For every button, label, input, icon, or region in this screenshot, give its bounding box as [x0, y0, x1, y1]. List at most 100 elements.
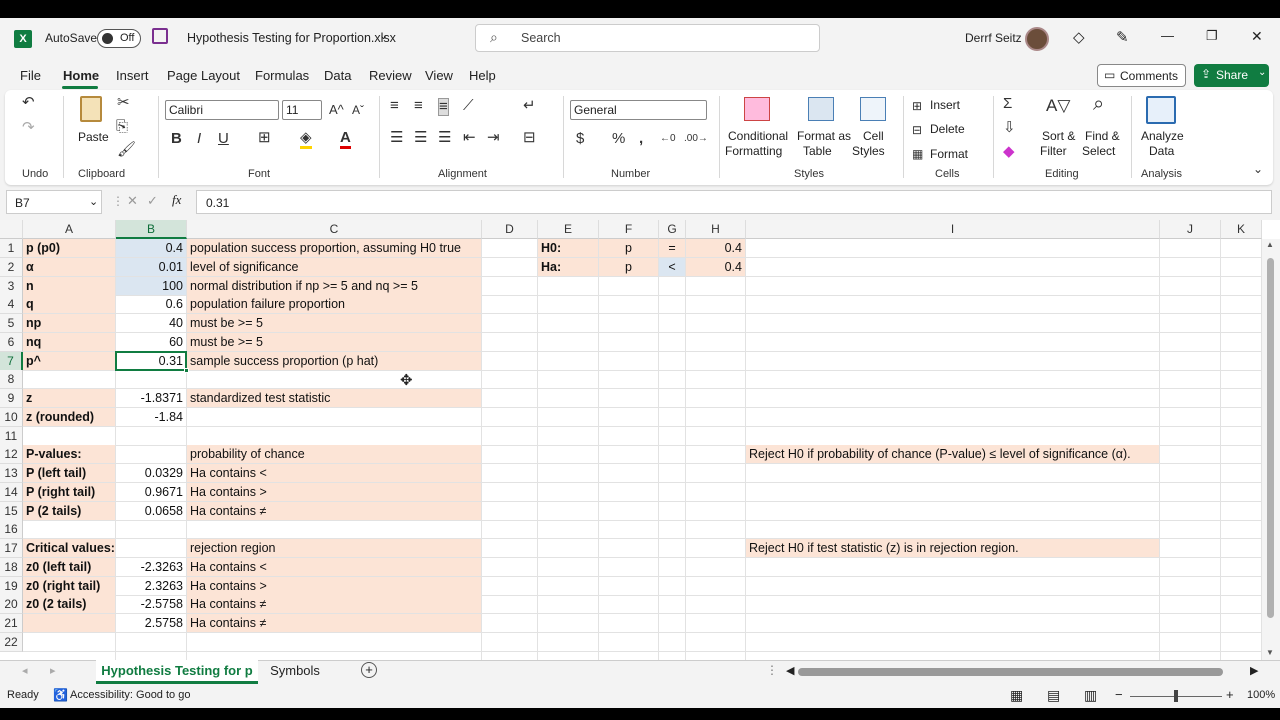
cell-c6[interactable]: must be >= 5	[187, 332, 482, 352]
menu-insert[interactable]: Insert	[116, 68, 149, 83]
diamond-icon[interactable]: ◇	[1073, 28, 1085, 46]
cell-a21[interactable]	[23, 614, 116, 633]
cell-b7[interactable]: 0.31	[116, 351, 187, 371]
add-sheet-icon[interactable]: +	[361, 662, 377, 678]
file-name[interactable]: Hypothesis Testing for Proportion.xlsx	[187, 31, 396, 45]
font-color-icon[interactable]: A	[340, 130, 351, 149]
conditional-formatting-line2[interactable]: Formatting	[725, 144, 782, 158]
analyze-data-line2[interactable]: Data	[1149, 144, 1174, 158]
zoom-slider-thumb[interactable]	[1174, 690, 1178, 702]
cell-a15[interactable]: P (2 tails)	[23, 501, 116, 521]
row-header-7[interactable]: 7	[0, 351, 23, 371]
close-button[interactable]: ✕	[1251, 28, 1263, 45]
underline-icon[interactable]: U	[218, 131, 229, 147]
undo-icon[interactable]: ↶	[22, 95, 35, 111]
cut-icon[interactable]: ✂	[117, 95, 130, 111]
column-header-i[interactable]: I	[746, 220, 1160, 239]
format-cells-label[interactable]: Format	[930, 147, 968, 161]
decrease-decimal-icon[interactable]: .00→	[684, 131, 708, 147]
currency-icon[interactable]: $	[576, 131, 584, 147]
cell-e2[interactable]: Ha:	[538, 257, 599, 277]
cell-a7[interactable]: p^	[23, 351, 116, 371]
align-middle-icon[interactable]: ≡	[414, 98, 423, 114]
cell-b18[interactable]: -2.3263	[116, 557, 187, 577]
cell-c18[interactable]: Ha contains <	[187, 557, 482, 577]
cell-i12[interactable]: Reject H0 if probability of chance (P-va…	[746, 445, 1160, 465]
menu-view[interactable]: View	[425, 68, 453, 83]
restore-button[interactable]: ❐	[1206, 28, 1218, 44]
cell-c20[interactable]: Ha contains ≠	[187, 595, 482, 615]
scroll-right-icon[interactable]: ▶	[1250, 664, 1258, 677]
align-center-icon[interactable]: ☰	[414, 130, 427, 146]
share-button[interactable]: ⇪ Share ⌄	[1194, 64, 1269, 87]
row-header-16[interactable]: 16	[0, 520, 23, 540]
column-header-h[interactable]: H	[686, 220, 746, 239]
menu-home[interactable]: Home	[63, 68, 99, 83]
cell-a5[interactable]: np	[23, 314, 116, 333]
row-header-11[interactable]: 11	[0, 426, 23, 446]
find-select-line1[interactable]: Find &	[1085, 129, 1120, 143]
sheet-tab-symbols[interactable]: Symbols	[262, 660, 328, 684]
cell-a20[interactable]: z0 (2 tails)	[23, 595, 116, 615]
page-break-view-icon[interactable]: ▥	[1084, 687, 1097, 704]
sort-filter-icon[interactable]: A▽	[1046, 97, 1070, 114]
formula-input[interactable]: 0.31	[196, 190, 1272, 214]
row-header-8[interactable]: 8	[0, 370, 23, 390]
row-header-18[interactable]: 18	[0, 557, 23, 577]
search-box[interactable]: ⌕ Search	[475, 24, 820, 52]
column-header-f[interactable]: F	[599, 220, 659, 239]
format-as-table-line2[interactable]: Table	[803, 144, 832, 158]
cell-c7[interactable]: sample success proportion (p hat)	[187, 351, 482, 371]
cell-b20[interactable]: -2.5758	[116, 595, 187, 615]
font-size-select[interactable]: 11	[282, 100, 322, 120]
cell-styles-icon[interactable]	[860, 97, 886, 121]
save-icon[interactable]	[152, 28, 168, 44]
cell-c14[interactable]: Ha contains >	[187, 482, 482, 502]
cell-g1[interactable]: =	[659, 239, 686, 258]
row-header-1[interactable]: 1	[0, 239, 23, 258]
cell-c13[interactable]: Ha contains <	[187, 464, 482, 483]
cell-c5[interactable]: must be >= 5	[187, 314, 482, 333]
cell-h1[interactable]: 0.4	[686, 239, 746, 258]
scroll-down-icon[interactable]: ▼	[1266, 648, 1274, 657]
accessibility-status[interactable]: Accessibility: Good to go	[70, 689, 190, 701]
cell-a14[interactable]: P (right tail)	[23, 482, 116, 502]
row-header-13[interactable]: 13	[0, 464, 23, 483]
fill-color-icon[interactable]: ◈	[300, 130, 312, 149]
row-header-20[interactable]: 20	[0, 595, 23, 615]
cell-c21[interactable]: Ha contains ≠	[187, 614, 482, 633]
cell-styles-line2[interactable]: Styles	[852, 144, 885, 158]
cell-a1[interactable]: p (p0)	[23, 239, 116, 258]
cell-b9[interactable]: -1.8371	[116, 389, 187, 408]
insert-function-icon[interactable]: fx	[172, 192, 181, 208]
cell-c1[interactable]: population success proportion, assuming …	[187, 239, 482, 258]
cell-f1[interactable]: p	[599, 239, 659, 258]
row-header-21[interactable]: 21	[0, 614, 23, 633]
zoom-out-icon[interactable]: −	[1115, 687, 1123, 702]
align-left-icon[interactable]: ☰	[390, 130, 403, 146]
cell-b13[interactable]: 0.0329	[116, 464, 187, 483]
bold-icon[interactable]: B	[171, 131, 182, 147]
delete-cells-label[interactable]: Delete	[930, 122, 965, 136]
fill-icon[interactable]: ⇩	[1003, 120, 1016, 136]
vertical-scroll-thumb[interactable]	[1267, 258, 1274, 618]
row-header-5[interactable]: 5	[0, 314, 23, 333]
row-header-19[interactable]: 19	[0, 576, 23, 596]
user-name[interactable]: Derrf Seitz	[965, 31, 1022, 45]
cell-c4[interactable]: population failure proportion	[187, 295, 482, 315]
cell-a19[interactable]: z0 (right tail)	[23, 576, 116, 596]
sort-filter-line1[interactable]: Sort &	[1042, 129, 1075, 143]
cell-i17[interactable]: Reject H0 if test statistic (z) is in re…	[746, 539, 1160, 558]
merge-center-icon[interactable]: ⊟	[523, 130, 536, 146]
find-icon[interactable]: ⌕	[1093, 94, 1104, 114]
paste-icon[interactable]	[80, 96, 102, 122]
cell-f2[interactable]: p	[599, 257, 659, 277]
comma-icon[interactable]: ,	[639, 131, 643, 147]
next-sheet-icon[interactable]: ▸	[50, 664, 56, 677]
enter-icon[interactable]: ✓	[147, 193, 158, 209]
cell-a6[interactable]: nq	[23, 332, 116, 352]
row-header-17[interactable]: 17	[0, 539, 23, 558]
increase-font-icon[interactable]: A^	[329, 102, 344, 118]
filename-chevron-icon[interactable]: ⌄	[379, 29, 388, 42]
row-header-2[interactable]: 2	[0, 257, 23, 277]
